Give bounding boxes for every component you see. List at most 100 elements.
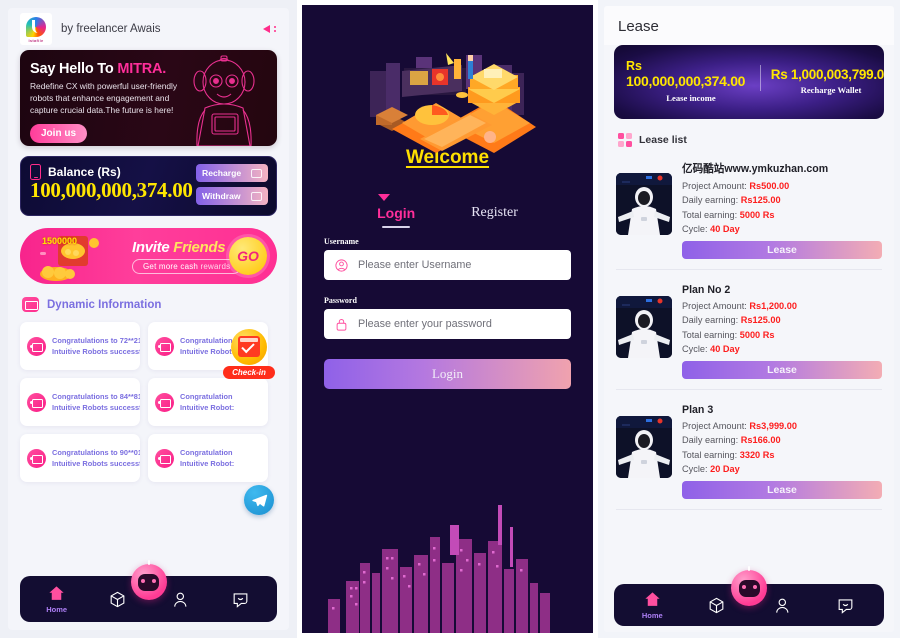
home-icon bbox=[49, 586, 64, 600]
invite-go-button[interactable]: GO bbox=[229, 237, 267, 275]
currency-label: Rs bbox=[626, 59, 642, 73]
username-placeholder: Please enter Username bbox=[358, 259, 472, 271]
plan-details: 亿码酷站www.ymkuzhan.com Project Amount: Rs5… bbox=[682, 159, 882, 259]
screenshot-stage: Istafile by freelancer Awais Say Hello T… bbox=[0, 0, 900, 638]
join-us-button[interactable]: Join us bbox=[30, 123, 88, 143]
tab-register[interactable]: Register bbox=[471, 205, 518, 221]
plan-daily-earning: Daily earning: Rs125.00 bbox=[682, 315, 781, 325]
recharge-label: Recharge bbox=[202, 168, 242, 178]
user-icon bbox=[775, 598, 789, 613]
lease-screen: Lease Rs 100,000,000,374.00 Lease income… bbox=[604, 6, 894, 632]
avatar bbox=[27, 392, 46, 412]
recharge-button[interactable]: Recharge bbox=[196, 164, 268, 182]
balance-card: Balance (Rs) 100,000,000,374.00 Recharge… bbox=[20, 156, 277, 216]
password-placeholder: Please enter your password bbox=[358, 318, 492, 330]
list-item-text: Congratulations to 90**01 InvestIntuitiv… bbox=[52, 447, 140, 468]
plan-total-earning: Total earning: 3320 Rs bbox=[682, 449, 775, 460]
nav-item-products[interactable] bbox=[695, 596, 739, 615]
user-icon bbox=[173, 592, 187, 607]
speaker-icon[interactable] bbox=[263, 22, 277, 36]
list-item[interactable]: Congratulations to 72**21 InvestIntuitiv… bbox=[20, 322, 140, 370]
password-input[interactable]: Please enter your password bbox=[324, 309, 571, 339]
plan-project-amount: Project Amount: Rs3,999.00 bbox=[682, 420, 797, 431]
plan-cycle: Cycle: 20 Day bbox=[682, 464, 740, 474]
plan-total-earning: Total earning: 5000 Rs bbox=[682, 209, 775, 220]
home-icon bbox=[645, 592, 660, 606]
plan-thumbnail bbox=[616, 296, 672, 358]
password-label: Password bbox=[324, 296, 357, 305]
invite-friends-banner[interactable]: 1500000 Invite Friends Get more cash rew… bbox=[20, 228, 277, 284]
chat-icon bbox=[233, 592, 248, 608]
check-in-badge[interactable]: Check-in bbox=[223, 329, 275, 379]
lease-button[interactable]: Lease bbox=[682, 361, 882, 379]
nav-item-home[interactable]: Home bbox=[630, 590, 674, 620]
plan-project-amount: Project Amount: Rs500.00 bbox=[682, 180, 790, 191]
list-item[interactable]: Congratulation Intuitive Robot: bbox=[148, 378, 268, 426]
plan-daily-earning: Daily earning: Rs125.00 bbox=[682, 195, 781, 205]
login-button[interactable]: Login bbox=[324, 359, 571, 389]
withdraw-button[interactable]: Withdraw bbox=[196, 187, 268, 205]
plan-thumbnail bbox=[616, 416, 672, 478]
nav-item-chat[interactable] bbox=[218, 590, 262, 609]
plan-name: Plan No 2 bbox=[682, 284, 731, 296]
avatar bbox=[155, 448, 174, 468]
home-screen: Istafile by freelancer Awais Say Hello T… bbox=[8, 8, 289, 630]
lease-list-header: Lease list bbox=[618, 133, 894, 147]
page-title: Lease bbox=[604, 6, 894, 45]
nav-item-label: Home bbox=[641, 611, 663, 620]
list-item[interactable]: Congratulation Intuitive Robot: bbox=[148, 434, 268, 482]
telegram-icon[interactable] bbox=[244, 485, 274, 515]
lease-income-block: Rs 100,000,000,374.00 Lease income bbox=[626, 59, 756, 103]
robot-icon[interactable] bbox=[130, 560, 167, 600]
avatar bbox=[155, 336, 174, 356]
avatar bbox=[27, 448, 46, 468]
robot-icon[interactable] bbox=[731, 566, 767, 606]
tab-login[interactable]: Login bbox=[377, 205, 415, 221]
lease-income-caption: Lease income bbox=[666, 93, 716, 104]
user-circle-icon bbox=[335, 258, 348, 272]
brand-logo-subtext: Istafile bbox=[28, 38, 44, 43]
plan-total-earning: Total earning: 5000 Rs bbox=[682, 329, 775, 340]
hero-description: Redefine CX with powerful user-friendly … bbox=[30, 81, 178, 115]
list-item[interactable]: Congratulations to 90**01 InvestIntuitiv… bbox=[20, 434, 140, 482]
balance-actions: Recharge Withdraw bbox=[196, 164, 268, 205]
byline-text: by freelancer Awais bbox=[61, 23, 161, 35]
lease-list-label: Lease list bbox=[639, 134, 687, 146]
plan-details: Plan 3 Project Amount: Rs3,999.00 Daily … bbox=[682, 402, 882, 499]
withdraw-label: Withdraw bbox=[202, 191, 241, 201]
chat-icon bbox=[838, 598, 853, 614]
lock-icon bbox=[336, 318, 347, 331]
nav-item-label: Home bbox=[46, 605, 68, 614]
lease-income-amount: 100,000,000,374.00 bbox=[626, 73, 746, 90]
recharge-wallet-block: Rs 1,000,003,799.00 Recharge Wallet bbox=[766, 67, 884, 95]
nav-item-account[interactable] bbox=[157, 590, 201, 609]
megaphone-icon bbox=[22, 297, 39, 312]
plan-name: Plan 3 bbox=[682, 404, 714, 416]
recharge-wallet-caption: Recharge Wallet bbox=[800, 85, 862, 95]
nav-item-account[interactable] bbox=[759, 596, 803, 615]
plan-project-amount: Project Amount: Rs1,200.00 bbox=[682, 300, 797, 311]
nav-item-chat[interactable] bbox=[824, 596, 868, 615]
lease-button[interactable]: Lease bbox=[682, 241, 882, 259]
username-input[interactable]: Please enter Username bbox=[324, 250, 571, 280]
dynamic-information-header: Dynamic Information bbox=[22, 297, 289, 312]
plan-thumbnail bbox=[616, 173, 672, 235]
password-field-group: Password Please enter your password bbox=[324, 296, 571, 339]
list-item-text: Congratulation Intuitive Robot: bbox=[180, 447, 235, 468]
nav-item-home[interactable]: Home bbox=[35, 584, 79, 614]
cube-icon bbox=[110, 591, 125, 607]
list-item[interactable]: Congratulations to 84**81 InvestIntuitiv… bbox=[20, 378, 140, 426]
lease-button[interactable]: Lease bbox=[682, 481, 882, 499]
invite-title: Invite Friends bbox=[132, 239, 226, 256]
plan-details: Plan No 2 Project Amount: Rs1,200.00 Dai… bbox=[682, 282, 882, 379]
top-bar: Istafile by freelancer Awais bbox=[8, 8, 289, 50]
lease-panel: Lease Rs 100,000,000,374.00 Lease income… bbox=[598, 0, 900, 638]
list-item-text: Congratulations to 84**81 InvestIntuitiv… bbox=[52, 391, 140, 412]
plan-name: 亿码酷站www.ymkuzhan.com bbox=[682, 163, 829, 175]
check-in-label: Check-in bbox=[223, 366, 275, 379]
mitra-hero-banner[interactable]: Say Hello To MITRA. Redefine CX with pow… bbox=[20, 50, 277, 146]
phone-icon bbox=[30, 164, 41, 180]
list-item-text: Congratulation Intuitive Robot: bbox=[180, 391, 235, 412]
plan-cycle: Cycle: 40 Day bbox=[682, 224, 740, 234]
list-item: Plan 3 Project Amount: Rs3,999.00 Daily … bbox=[616, 402, 882, 510]
